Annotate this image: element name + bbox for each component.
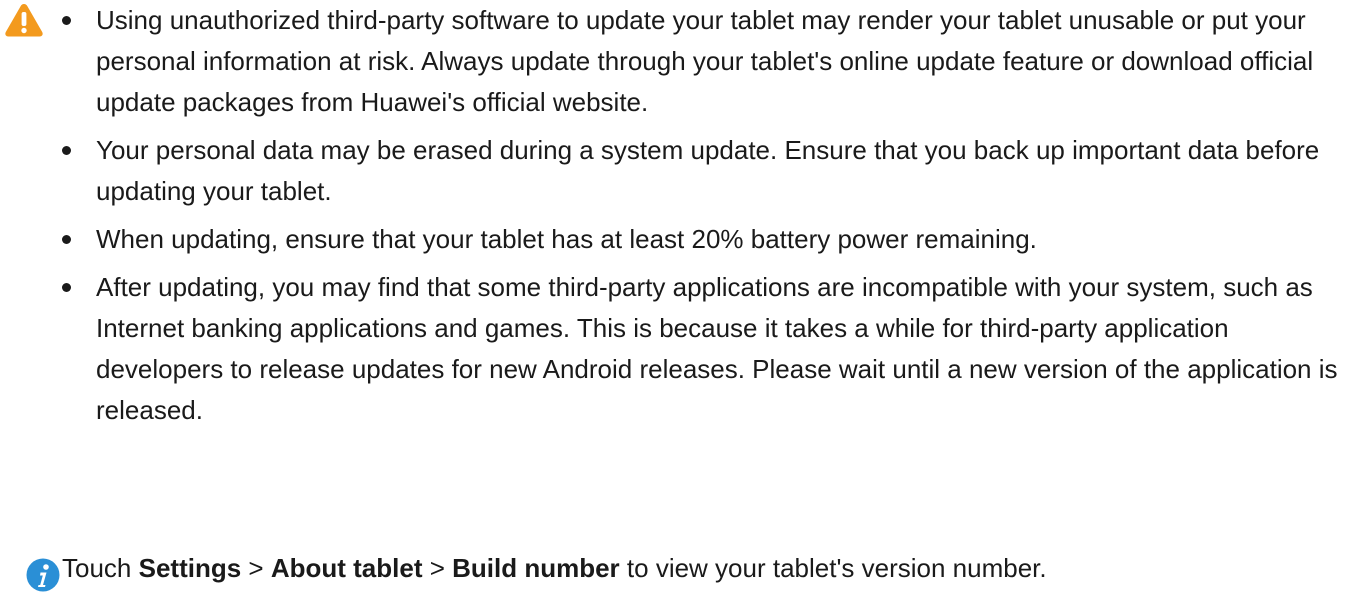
bullet	[62, 16, 71, 25]
list-item: Your personal data may be erased during …	[62, 130, 1362, 212]
list-item-text: Using unauthorized third-party software …	[96, 5, 1314, 117]
bullet	[62, 235, 71, 244]
list-item-text: Your personal data may be erased during …	[96, 135, 1320, 206]
menu-path-settings: Settings	[138, 553, 242, 583]
note-prefix: Touch	[62, 553, 139, 583]
warning-list: Using unauthorized third-party software …	[62, 0, 1362, 431]
path-separator: >	[422, 553, 453, 583]
info-icon	[26, 558, 60, 592]
path-separator: >	[241, 553, 271, 583]
note-suffix: to view your tablet's version number.	[619, 553, 1047, 583]
note-text: Touch Settings > About tablet > Build nu…	[62, 548, 1047, 588]
list-item-text: After updating, you may find that some t…	[96, 272, 1338, 425]
list-item: When updating, ensure that your tablet h…	[62, 219, 1362, 260]
list-item-text: When updating, ensure that your tablet h…	[96, 224, 1037, 254]
list-item: Using unauthorized third-party software …	[62, 0, 1362, 123]
bullet	[62, 146, 71, 155]
list-item: After updating, you may find that some t…	[62, 267, 1362, 431]
note: Touch Settings > About tablet > Build nu…	[0, 548, 1369, 592]
warning-triangle-icon	[5, 4, 43, 37]
menu-path-about-tablet: About tablet	[270, 553, 423, 583]
menu-path-build-number: Build number	[452, 553, 620, 583]
bullet	[62, 283, 71, 292]
